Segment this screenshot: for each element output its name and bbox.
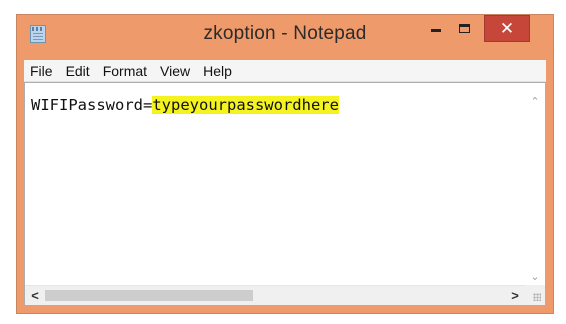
menu-edit[interactable]: Edit: [66, 63, 90, 79]
highlighted-text: typeyourpasswordhere: [152, 96, 339, 114]
text-line: WIFIPassword=typeyourpasswordhere: [31, 96, 339, 114]
scroll-left-icon[interactable]: <: [25, 288, 45, 303]
minimize-icon: [430, 29, 441, 32]
scroll-down-icon[interactable]: ⌄: [525, 270, 545, 283]
maximize-button[interactable]: [451, 15, 478, 42]
menu-format[interactable]: Format: [103, 63, 147, 79]
minimize-button[interactable]: [422, 15, 449, 42]
menu-file[interactable]: File: [30, 63, 53, 79]
menu-bar: File Edit Format View Help: [24, 60, 546, 82]
vertical-scrollbar[interactable]: ⌃ ⌄: [525, 83, 545, 285]
text-prefix: WIFIPassword=: [31, 96, 153, 114]
menu-view[interactable]: View: [160, 63, 190, 79]
resize-grip-icon[interactable]: [525, 285, 545, 305]
text-editor[interactable]: WIFIPassword=typeyourpasswordhere ⌃ ⌄ < …: [24, 82, 546, 306]
horizontal-scrollbar[interactable]: < >: [25, 285, 525, 305]
title-bar[interactable]: zkoption - Notepad ✕: [17, 15, 553, 59]
close-icon: ✕: [499, 18, 515, 38]
scroll-right-icon[interactable]: >: [505, 288, 525, 303]
maximize-icon: [459, 24, 470, 33]
notepad-window: zkoption - Notepad ✕ File Edit Format Vi…: [16, 14, 554, 314]
menu-help[interactable]: Help: [203, 63, 232, 79]
close-button[interactable]: ✕: [484, 15, 530, 42]
scrollbar-thumb[interactable]: [45, 290, 253, 301]
scroll-up-icon[interactable]: ⌃: [525, 95, 545, 108]
